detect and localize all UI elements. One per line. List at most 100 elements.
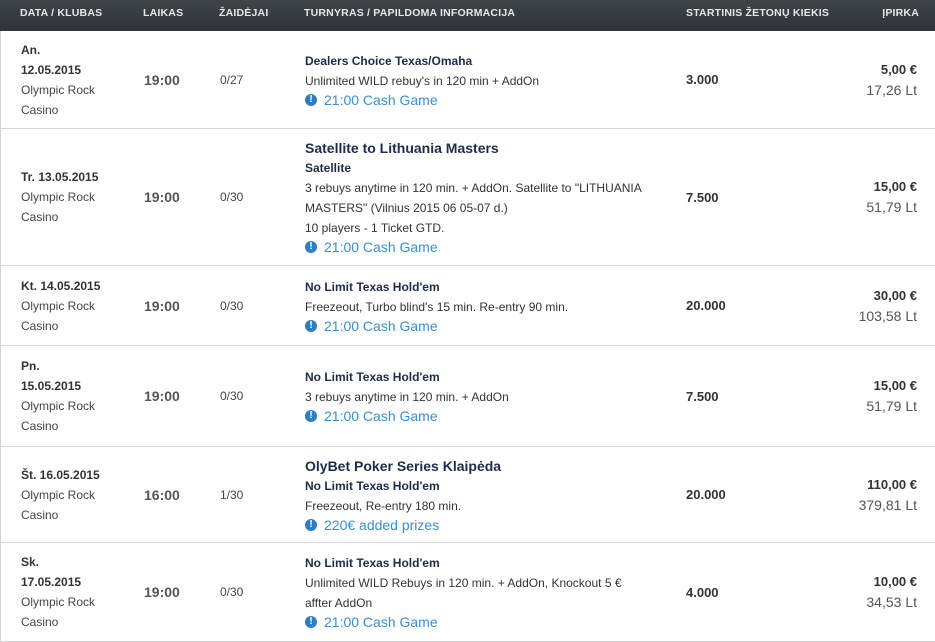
players-value: 0/30 [220,389,244,403]
date-line: Sk. [21,555,40,569]
players-count: 0/30 [220,266,280,345]
date-club-cell: An. 12.05.2015 Olympic Rock Casino [21,31,131,128]
buyin-eur: 30,00 € [873,287,917,303]
tournament-game-type[interactable]: No Limit Texas Hold'em [305,277,675,297]
players-count: 0/30 [220,346,280,446]
date-line: 15.05.2015 [21,379,82,393]
header-tournament: TURNYRAS / PAPILDOMA INFORMACIJA [304,7,516,19]
tournament-game-type[interactable]: No Limit Texas Hold'em [305,476,675,496]
buyin-cell: 15,00 € 51,79 Lt [797,129,917,265]
info-text[interactable]: 21:00 Cash Game [324,613,438,631]
header-buyin: ĮPIRKA [882,7,919,19]
header-players: ŽAIDĖJAI [219,7,269,19]
club-line: Olympic Rock [21,298,96,313]
tournament-row[interactable]: An. 12.05.2015 Olympic Rock Casino 19:00 0/27… [0,31,935,129]
buyin-cell: 5,00 € 17,26 Lt [797,31,917,128]
date-club-cell: Št. 16.05.2015 Olympic Rock Casino [21,447,131,542]
tournament-info-cell: Satellite to Lithuania Masters Satellite 3… [305,129,675,265]
table-header: DATA / KLUBAS LAIKAS ŽAIDĖJAI TURNYRAS /… [0,0,935,31]
tournament-row[interactable]: Kt. 14.05.2015 Olympic Rock Casino 19:00 0/3… [0,266,935,346]
buyin-lt: 51,79 Lt [866,199,917,215]
buyin-cell: 30,00 € 103,58 Lt [797,266,917,345]
tournament-info-cell: No Limit Texas Hold'em Unlimited WILD Reb… [305,543,675,641]
chips-value: 3.000 [686,72,719,87]
starting-chips: 7.500 [686,346,806,446]
players-value: 0/30 [220,190,244,204]
tournament-description: affter AddOn [305,596,373,610]
tournament-info-cell: OlyBet Poker Series Klaipėda No Limit Tex… [305,447,675,542]
tournament-description: Unlimited WILD rebuy's in 120 min + AddO… [305,73,540,88]
club-line: Olympic Rock [21,82,96,97]
start-time: 19:00 [144,31,204,128]
date-line: Tr. 13.05.2015 [21,170,99,184]
tournament-row[interactable]: Št. 16.05.2015 Olympic Rock Casino 16:00 1/3… [0,447,935,543]
tournament-description: MASTERS" (Vilnius 2015 06 05-07 d.) [305,201,508,215]
players-count: 0/27 [220,31,280,128]
info-text[interactable]: 220€ added prizes [324,516,439,534]
exclamation-circle-icon: ! [305,518,317,531]
buyin-lt: 17,26 Lt [866,81,917,98]
tournament-game-type[interactable]: No Limit Texas Hold'em [305,553,675,573]
date-line: Pn. [21,359,40,373]
exclamation-circle-icon: ! [305,410,317,422]
info-text[interactable]: 21:00 Cash Game [324,317,438,335]
chips-value: 4.000 [686,584,719,600]
club-line: Casino [21,615,59,629]
exclamation-circle-icon: ! [305,616,317,628]
header-time: LAIKAS [143,7,184,19]
time-value: 19:00 [144,297,180,314]
start-time: 16:00 [144,447,204,542]
starting-chips: 20.000 [686,266,806,345]
start-time: 19:00 [144,543,204,641]
tournament-game-type[interactable]: No Limit Texas Hold'em [305,367,675,387]
info-link[interactable]: ! 21:00 Cash Game [305,238,675,256]
tournament-row[interactable]: Pn. 15.05.2015 Olympic Rock Casino 19:00 0/30… [0,346,935,447]
players-count: 0/30 [220,543,280,641]
club-line: Casino [21,507,59,522]
club-line: Olympic Rock [21,190,96,204]
club-line: Olympic Rock [21,399,96,413]
info-link[interactable]: ! 21:00 Cash Game [305,91,675,109]
time-value: 19:00 [144,71,180,88]
buyin-eur: 110,00 € [867,476,917,492]
buyin-lt: 34,53 Lt [866,594,917,610]
players-count: 0/30 [220,129,280,265]
date-club-cell: Sk. 17.05.2015 Olympic Rock Casino [21,543,131,641]
info-link[interactable]: ! 220€ added prizes [305,516,675,534]
starting-chips: 4.000 [686,543,806,641]
tournament-description: 3 rebuys anytime in 120 min. + AddOn. Sa… [305,181,642,195]
info-text[interactable]: 21:00 Cash Game [324,238,438,256]
tournament-info-cell: No Limit Texas Hold'em 3 rebuys anytime i… [305,346,675,446]
tournament-description: 3 rebuys anytime in 120 min. + AddOn [305,390,509,404]
tournament-row[interactable]: Sk. 17.05.2015 Olympic Rock Casino 19:00 0/30… [0,543,935,642]
buyin-lt: 379,81 Lt [858,496,917,513]
buyin-eur: 15,00 € [873,378,917,393]
players-value: 0/30 [220,298,244,313]
date-line: An. [21,42,41,57]
tournament-description: Freezeout, Re-entry 180 min. [305,498,462,513]
info-link[interactable]: ! 21:00 Cash Game [305,613,675,631]
tournament-row[interactable]: Tr. 13.05.2015 Olympic Rock Casino 19:00 0/3… [0,129,935,266]
players-count: 1/30 [220,447,280,542]
info-text[interactable]: 21:00 Cash Game [324,407,438,425]
tournament-game-type[interactable]: Dealers Choice Texas/Omaha [305,51,675,71]
exclamation-circle-icon: ! [305,319,317,332]
start-time: 19:00 [144,346,204,446]
buyin-cell: 110,00 € 379,81 Lt [797,447,917,542]
info-text[interactable]: 21:00 Cash Game [324,91,438,109]
info-link[interactable]: ! 21:00 Cash Game [305,317,675,335]
date-line: Kt. 14.05.2015 [21,278,101,293]
time-value: 19:00 [144,388,180,404]
tournament-game-type[interactable]: Satellite [305,158,675,178]
tournament-title[interactable]: OlyBet Poker Series Klaipėda [305,456,675,476]
chips-value: 20.000 [686,298,726,313]
club-line: Casino [21,318,59,333]
start-time: 19:00 [144,129,204,265]
players-value: 1/30 [220,487,244,502]
club-line: Casino [21,102,59,117]
buyin-lt: 51,79 Lt [866,398,917,414]
date-line: 12.05.2015 [21,62,82,77]
tournament-description: Unlimited WILD Rebuys in 120 min. + AddO… [305,576,622,590]
info-link[interactable]: ! 21:00 Cash Game [305,407,675,425]
tournament-title[interactable]: Satellite to Lithuania Masters [305,138,675,158]
